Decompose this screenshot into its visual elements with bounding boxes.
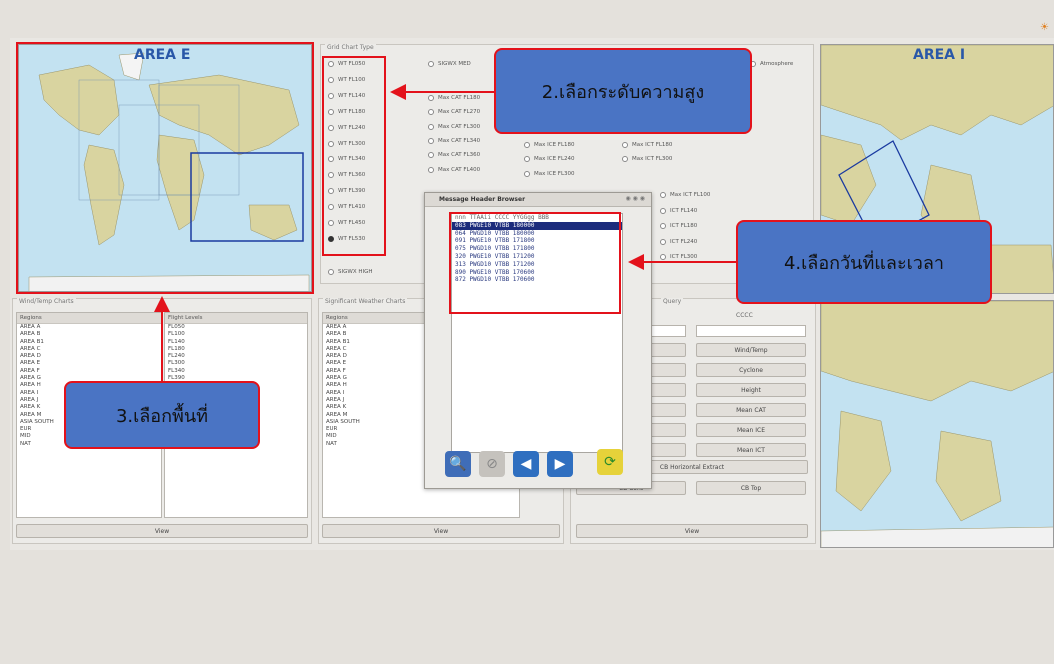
annotation-arrows [154,84,736,381]
